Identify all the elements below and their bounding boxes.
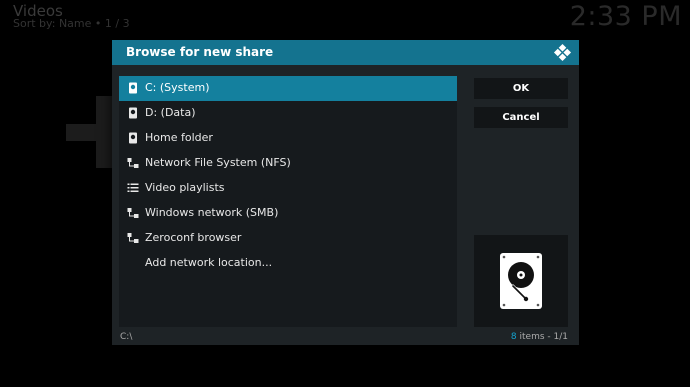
dialog-header: Browse for new share bbox=[112, 40, 579, 65]
ok-button[interactable]: OK bbox=[474, 78, 568, 99]
list-item-nfs[interactable]: Network File System (NFS) bbox=[119, 151, 457, 176]
list-item-add-network-location[interactable]: Add network location... bbox=[119, 251, 457, 276]
cancel-button[interactable]: Cancel bbox=[474, 107, 568, 128]
list-item-zeroconf[interactable]: Zeroconf browser bbox=[119, 226, 457, 251]
item-count-suffix: items - 1/1 bbox=[516, 332, 568, 342]
list-item-label: D: (Data) bbox=[145, 106, 196, 119]
playlist-icon bbox=[127, 183, 139, 192]
drive-icon bbox=[129, 82, 137, 94]
list-item-home-folder[interactable]: Home folder bbox=[119, 126, 457, 151]
list-item-label: Windows network (SMB) bbox=[145, 206, 279, 219]
list-item-label: C: (System) bbox=[145, 81, 210, 94]
hard-drive-icon bbox=[500, 253, 542, 309]
network-icon bbox=[127, 158, 139, 168]
network-icon bbox=[127, 208, 139, 218]
current-path: C:\ bbox=[120, 332, 133, 342]
list-item-label: Video playlists bbox=[145, 181, 225, 194]
list-item-label: Home folder bbox=[145, 131, 213, 144]
item-count: 8 items - 1/1 bbox=[511, 332, 568, 342]
drive-icon bbox=[129, 132, 137, 144]
network-icon bbox=[127, 233, 139, 243]
list-item-smb[interactable]: Windows network (SMB) bbox=[119, 201, 457, 226]
list-item-c-system[interactable]: C: (System) bbox=[119, 76, 457, 101]
list-item-label: Zeroconf browser bbox=[145, 231, 242, 244]
dialog-title: Browse for new share bbox=[126, 45, 274, 59]
drive-icon bbox=[129, 107, 137, 119]
background-sort-label: Sort by: Name • 1 / 3 bbox=[13, 17, 130, 30]
browse-share-dialog: Browse for new share C: (System) D: (Dat… bbox=[112, 40, 579, 345]
list-item-label: Add network location... bbox=[145, 256, 273, 269]
list-item-d-data[interactable]: D: (Data) bbox=[119, 101, 457, 126]
source-list: C: (System) D: (Data) Home folder Networ… bbox=[119, 76, 457, 327]
list-item-label: Network File System (NFS) bbox=[145, 156, 291, 169]
preview-panel bbox=[474, 235, 568, 327]
list-item-video-playlists[interactable]: Video playlists bbox=[119, 176, 457, 201]
background-clock: 2:33 PM bbox=[569, 1, 682, 32]
background-add-icon-vertical bbox=[96, 96, 112, 168]
kodi-logo-icon bbox=[553, 43, 572, 62]
